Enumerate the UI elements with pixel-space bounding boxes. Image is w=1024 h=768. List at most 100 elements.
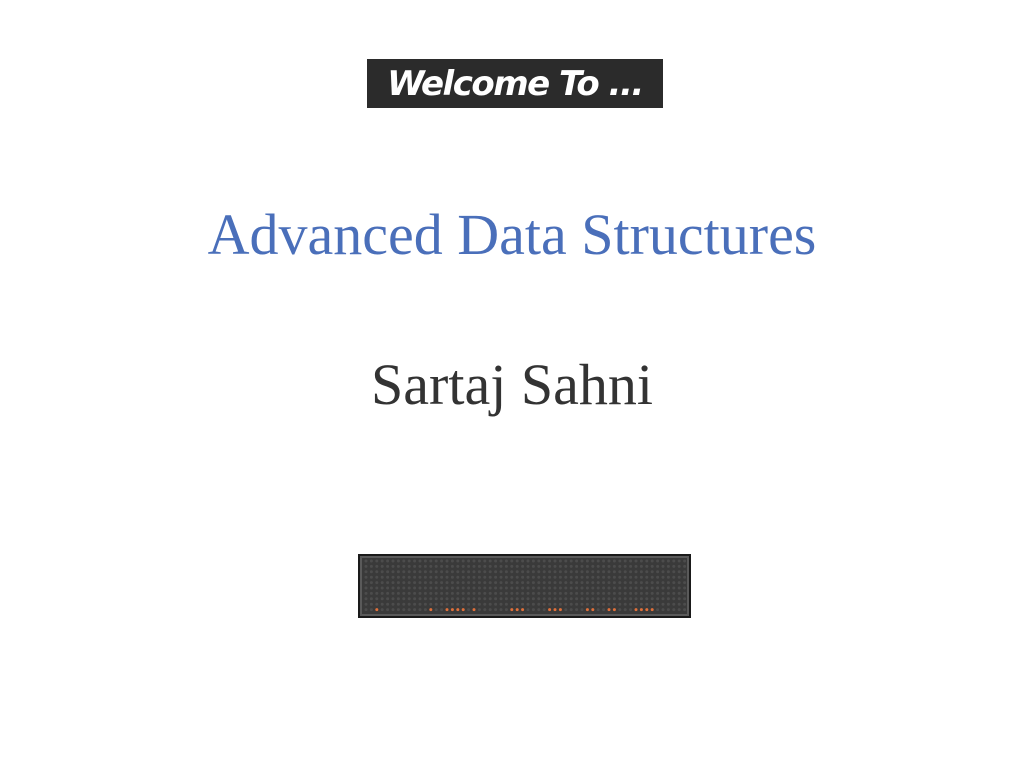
led-dot	[402, 591, 406, 595]
led-dot	[461, 564, 465, 568]
led-dot	[402, 575, 406, 579]
led-dot	[558, 564, 562, 568]
led-dot	[434, 575, 438, 579]
led-dot	[558, 597, 562, 601]
led-dot	[553, 591, 557, 595]
led-dot	[407, 581, 411, 585]
led-dot	[672, 586, 676, 590]
led-dot	[683, 559, 687, 563]
led-dot	[407, 602, 411, 606]
led-dot	[407, 591, 411, 595]
led-dot	[575, 608, 579, 612]
led-dot	[591, 586, 595, 590]
led-dot	[564, 559, 568, 563]
led-dot	[375, 602, 379, 606]
led-dot	[375, 591, 379, 595]
led-dot	[494, 602, 498, 606]
led-dot	[677, 564, 681, 568]
led-dot	[558, 581, 562, 585]
led-dot	[645, 575, 649, 579]
led-dot	[515, 591, 519, 595]
led-dot	[515, 602, 519, 606]
led-dot	[521, 602, 525, 606]
led-dot	[607, 559, 611, 563]
led-dot	[591, 602, 595, 606]
led-dot	[391, 586, 395, 590]
led-dot	[413, 597, 417, 601]
led-dot	[499, 602, 503, 606]
led-dot	[504, 602, 508, 606]
led-dot	[672, 602, 676, 606]
led-dot	[369, 608, 373, 612]
led-dot	[645, 602, 649, 606]
led-dot	[375, 586, 379, 590]
led-dot	[629, 575, 633, 579]
led-dot	[380, 559, 384, 563]
led-dot	[623, 591, 627, 595]
led-dot	[580, 597, 584, 601]
led-dot	[499, 575, 503, 579]
led-dot	[564, 575, 568, 579]
led-dot	[575, 597, 579, 601]
led-dot	[440, 608, 444, 612]
led-dot	[575, 559, 579, 563]
led-dot	[548, 564, 552, 568]
led-dot	[677, 570, 681, 574]
led-dot	[531, 602, 535, 606]
led-dot	[575, 602, 579, 606]
led-dot	[369, 559, 373, 563]
led-dot	[585, 602, 589, 606]
led-dot	[467, 608, 471, 612]
led-dot	[488, 586, 492, 590]
led-dot	[402, 559, 406, 563]
led-dot	[418, 597, 422, 601]
led-dot	[386, 581, 390, 585]
led-dot	[494, 575, 498, 579]
led-dot	[537, 581, 541, 585]
led-dot	[575, 581, 579, 585]
led-dot	[542, 597, 546, 601]
led-dot	[602, 586, 606, 590]
led-dot	[510, 575, 514, 579]
led-dot	[504, 608, 508, 612]
led-dot	[418, 608, 422, 612]
led-dot	[472, 602, 476, 606]
led-dot	[666, 559, 670, 563]
led-dot	[596, 575, 600, 579]
led-dot	[618, 608, 622, 612]
led-dot	[612, 597, 616, 601]
led-dot	[634, 581, 638, 585]
led-dot	[645, 581, 649, 585]
led-dot	[472, 597, 476, 601]
led-dot	[407, 586, 411, 590]
led-dot	[650, 581, 654, 585]
led-dot	[591, 575, 595, 579]
led-dot	[656, 581, 660, 585]
led-dot-lit	[472, 608, 476, 612]
led-dot	[391, 570, 395, 574]
led-dot-lit	[515, 608, 519, 612]
led-dot	[413, 602, 417, 606]
led-dot	[472, 575, 476, 579]
led-dot	[418, 591, 422, 595]
led-dot	[548, 602, 552, 606]
led-dot	[537, 608, 541, 612]
led-dot	[558, 591, 562, 595]
led-dot	[429, 586, 433, 590]
led-dot	[618, 575, 622, 579]
led-dot	[666, 575, 670, 579]
led-dot	[585, 581, 589, 585]
led-dot	[488, 608, 492, 612]
led-dot	[450, 602, 454, 606]
led-dot	[629, 602, 633, 606]
led-dot	[429, 559, 433, 563]
led-dot	[531, 564, 535, 568]
led-dot	[380, 564, 384, 568]
led-dot	[618, 559, 622, 563]
led-dot	[526, 581, 530, 585]
led-dot	[618, 602, 622, 606]
led-dot	[656, 559, 660, 563]
led-dot	[461, 559, 465, 563]
led-dot	[607, 597, 611, 601]
led-dot	[515, 586, 519, 590]
